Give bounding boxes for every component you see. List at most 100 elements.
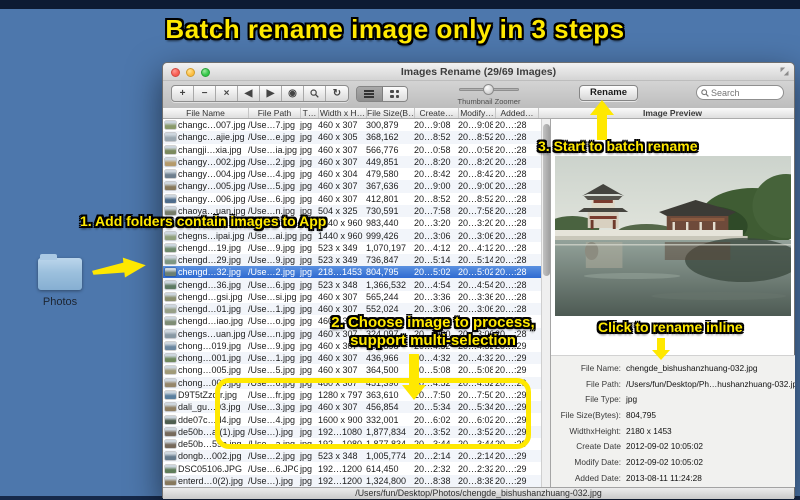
- column-header[interactable]: Added…: [496, 108, 539, 118]
- file-thumbnail: [165, 157, 176, 166]
- delete-button[interactable]: ×: [216, 86, 238, 101]
- cell-modify: 20…9:08: [458, 120, 493, 131]
- file-thumbnail: [165, 390, 176, 399]
- cell-type: jpg: [300, 181, 313, 192]
- cell-create: 20…8:20: [414, 156, 451, 167]
- cell-added: 20…:28: [495, 120, 527, 131]
- grid-view-button[interactable]: [382, 87, 407, 101]
- cell-create: 20…9:00: [414, 181, 451, 192]
- cell-name: dongb…002.jpg: [178, 451, 242, 462]
- table-row[interactable]: dongb…002.jpg/Use…2.jpg jpg 523 x 348 1,005…: [163, 450, 541, 463]
- file-thumbnail: [165, 427, 176, 436]
- column-header[interactable]: File Path: [249, 108, 301, 118]
- cell-size: 565,244: [366, 291, 399, 302]
- column-header[interactable]: Width x H…: [319, 108, 367, 118]
- cell-added: 20…:28: [495, 267, 527, 278]
- resize-icon[interactable]: [780, 67, 789, 76]
- column-header[interactable]: Modify…: [459, 108, 496, 118]
- table-row[interactable]: changy…002.jpg/Use…2.jpg jpg 460 x 307 449,…: [163, 155, 541, 169]
- list-view-button[interactable]: [357, 87, 383, 101]
- table-row[interactable]: changji…xia.jpg/Use…ia.jpg jpg 460 x 307 56…: [163, 144, 541, 156]
- file-thumbnail: [165, 329, 176, 338]
- cell-create: 20…0:58: [414, 144, 451, 155]
- title-bar[interactable]: Images Rename (29/69 Images): [163, 63, 794, 81]
- cell-path: /Use…2.jpg: [248, 156, 296, 167]
- table-row[interactable]: chengd…29.jpg/Use…9.jpg jpg 523 x 349 736,8…: [163, 253, 541, 267]
- column-header[interactable]: Create…: [415, 108, 459, 118]
- search-field[interactable]: [696, 85, 784, 100]
- column-header[interactable]: File Name: [163, 108, 249, 118]
- preview-button[interactable]: ◉: [282, 86, 304, 101]
- table-row[interactable]: changy…006.jpg/Use…6.jpg jpg 460 x 307 412,…: [163, 193, 541, 205]
- next-button[interactable]: ▶: [260, 86, 282, 101]
- table-row[interactable]: chengd…gsi.jpg/Use…si.jpg jpg 460 x 307 565…: [163, 291, 541, 303]
- cell-path: /Use…n.jpg: [248, 328, 296, 339]
- table-row[interactable]: chengd…19.jpg/Use…9.jpg jpg 523 x 349 1,070…: [163, 242, 541, 254]
- detail-value: /Users/fun/Desktop/Ph…hushanzhuang-032.j…: [626, 378, 795, 389]
- cell-type: jpg: [300, 193, 313, 204]
- cell-type: jpg: [300, 120, 313, 131]
- detail-value[interactable]: chengde_bishushanzhuang-032.jpg: [621, 363, 757, 373]
- cell-type: jpg: [300, 316, 313, 327]
- column-header[interactable]: File Size(B…: [367, 108, 415, 118]
- file-thumbnail: [165, 280, 176, 289]
- cell-modify: 20…8:42: [458, 169, 493, 180]
- cell-modify: 20…3:06: [458, 230, 493, 241]
- table-row[interactable]: chegns…ipai.jpg/Use…ai.jpg jpg 1440 x 960 9…: [163, 229, 541, 242]
- table-row[interactable]: changy…004.jpg/Use…4.jpg jpg 460 x 304 479,…: [163, 168, 541, 180]
- file-thumbnail: [165, 452, 176, 461]
- cell-modify: 20…3:20: [458, 218, 493, 229]
- cell-added: 20…:29: [495, 475, 527, 486]
- slider-knob[interactable]: [483, 84, 494, 95]
- file-thumbnail: [165, 341, 176, 350]
- search-input[interactable]: [711, 87, 777, 98]
- zoom-button[interactable]: [201, 68, 210, 77]
- table-row[interactable]: chong…001.jpg/Use…1.jpg jpg 460 x 307 436,9…: [163, 352, 541, 365]
- cell-added: 20…:28: [495, 193, 527, 204]
- search-button[interactable]: [304, 86, 326, 101]
- detail-row: File Size(Bytes): 804,795: [551, 407, 795, 423]
- table-row[interactable]: changc…ajie.jpg/Use…e.jpg jpg 460 x 305 368…: [163, 131, 541, 144]
- cell-added: 20…:28: [495, 169, 527, 180]
- cell-dims: 460 x 307: [318, 181, 358, 192]
- minimize-button[interactable]: [186, 68, 195, 77]
- table-row[interactable]: chengd…32.jpg/Use…2.jpg jpg 218…1453 804,79…: [163, 266, 541, 279]
- photos-folder-label: Photos: [42, 296, 78, 308]
- photos-folder-icon[interactable]: [38, 254, 82, 290]
- cell-dims: 460 x 304: [318, 169, 358, 180]
- cell-create: 20…3:06: [414, 304, 451, 315]
- file-thumbnail: [165, 121, 176, 130]
- cell-size: 367,636: [366, 181, 399, 192]
- cell-added: 20…:28: [495, 230, 527, 241]
- column-header[interactable]: T…: [301, 108, 319, 118]
- table-row[interactable]: changc…007.jpg/Use…7.jpg jpg 460 x 307 300,…: [163, 119, 541, 131]
- annotation-step2: 2. Choose image to process, support mult…: [331, 314, 535, 349]
- cell-create: 20…3:36: [414, 291, 451, 302]
- table-row[interactable]: chengd…36.jpg/Use…6.jpg jpg 523 x 348 1,366…: [163, 278, 541, 291]
- table-scrollbar[interactable]: [541, 119, 550, 487]
- cell-dims: 218…1453: [318, 267, 363, 278]
- remove-button[interactable]: −: [194, 86, 216, 101]
- table-row[interactable]: changy…005.jpg/Use…5.jpg jpg 460 x 307 367,…: [163, 180, 541, 193]
- thumbnail-zoomer-label: Thumbnail Zoomer: [457, 97, 521, 106]
- toolbar: + − × ◀ ▶ ◉ ↻ Thumbnail Zoomer Rename: [163, 81, 794, 108]
- rename-button[interactable]: Rename: [579, 85, 638, 101]
- status-bar: /Users/fun/Desktop/Photos/chengde_bishus…: [163, 487, 794, 499]
- cell-path: /Use…o.jpg: [248, 316, 296, 327]
- table-row[interactable]: chong…005.jpg/Use…5.jpg jpg 460 x 307 364,5…: [163, 364, 541, 376]
- close-button[interactable]: [171, 68, 180, 77]
- cell-name: changc…007.jpg: [178, 120, 246, 131]
- detail-label: File Size(Bytes):: [560, 409, 621, 420]
- cell-create: 20…8:52: [414, 193, 451, 204]
- refresh-button[interactable]: ↻: [326, 86, 348, 101]
- thumbnail-zoomer-slider[interactable]: [459, 84, 519, 95]
- detail-row: File Name: chengde_bishushanzhuang-032.jp…: [551, 360, 795, 376]
- cell-modify: 20…0:58: [458, 144, 493, 155]
- table-row[interactable]: enterd…0(2).jpg/Use…).jpg jpg 192…1200 1,32…: [163, 474, 541, 487]
- cell-path: /Use…5.jpg: [248, 181, 296, 192]
- table-row[interactable]: DSC05106.JPG/Use…6.JPG jpg 192…1200 614,450…: [163, 462, 541, 474]
- add-button[interactable]: +: [172, 86, 194, 101]
- prev-button[interactable]: ◀: [238, 86, 260, 101]
- detail-value: 2012-09-02 10:05:02: [626, 441, 704, 452]
- file-thumbnail: [165, 440, 176, 449]
